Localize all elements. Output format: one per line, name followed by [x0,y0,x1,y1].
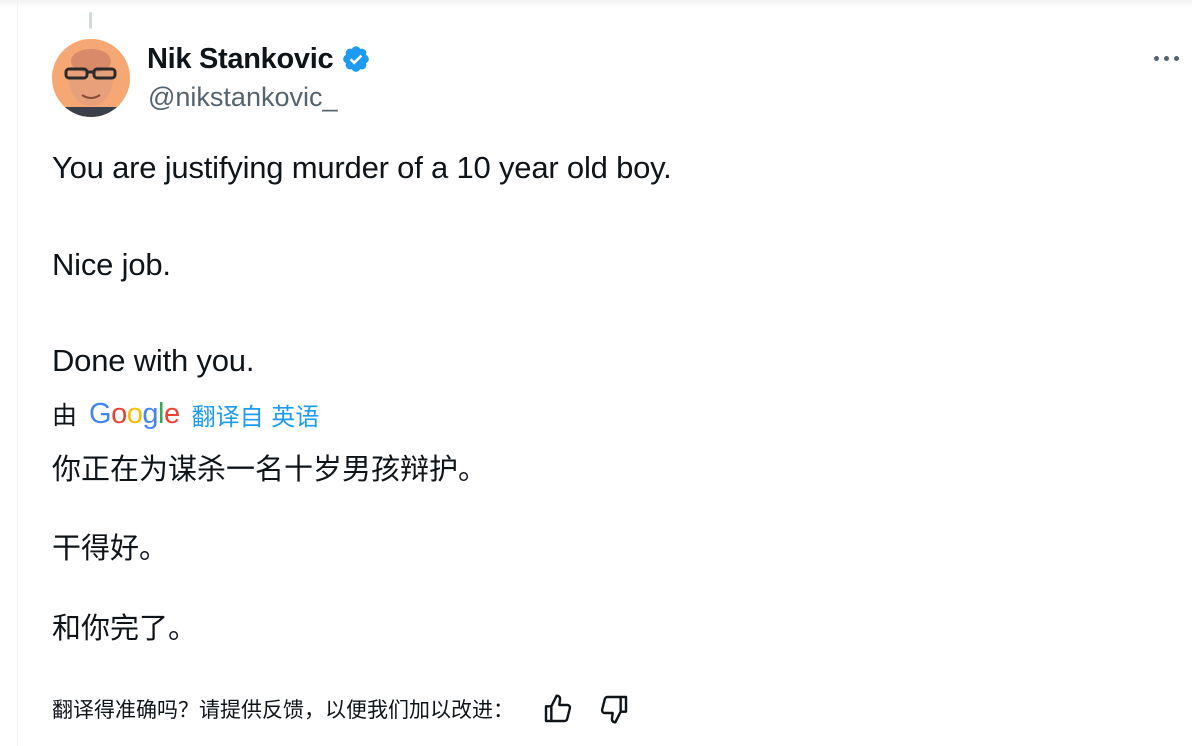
translation-line-3: 和你完了。 [52,611,198,645]
translation-feedback: 翻译得准确吗？请提供反馈，以便我们加以改进： [52,691,630,727]
author-handle[interactable]: @nikstankovic_ [148,82,338,113]
translated-by-label: 由 [52,401,78,430]
thread-connector-line [89,12,92,29]
thumbs-up-icon[interactable] [542,693,574,725]
thumbs-down-icon[interactable] [598,693,630,725]
avatar[interactable] [52,39,130,117]
author-name[interactable]: Nik Stankovic [147,40,371,78]
google-logo: Google [89,397,180,430]
translation-line-2: 干得好。 [52,531,169,565]
author-display-name[interactable]: Nik Stankovic [147,43,334,76]
feedback-prompt: 翻译得准确吗？请提供反馈，以便我们加以改进： [52,698,514,722]
translated-from-link[interactable]: 翻译自 英语 [192,397,320,432]
verified-badge-icon[interactable] [341,44,371,74]
translation-attribution: 由 Google 翻译自 英语 [52,394,319,434]
tweet-text-line-3: Done with you. [52,343,255,378]
tweet-text-line-2: Nice job. [52,247,171,282]
avatar-photo [52,39,130,117]
translation-line-1: 你正在为谋杀一名十岁男孩辩护。 [52,452,488,486]
tweet-text-line-1: You are justifying murder of a 10 year o… [52,150,672,185]
top-fade [0,0,1192,8]
column-border [17,0,18,746]
more-options-icon[interactable] [1148,45,1184,71]
